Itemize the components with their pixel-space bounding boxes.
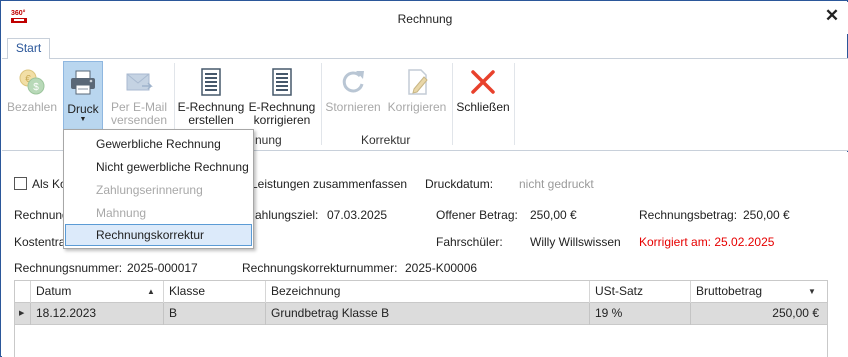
coins-icon: € $ <box>19 69 45 95</box>
als-ko-label: Als Ko <box>32 177 67 191</box>
erechnung-erstellen-line1: E-Rechnung <box>177 100 245 114</box>
document-icon <box>272 68 292 96</box>
bezahlen-button[interactable]: € $ Bezahlen <box>6 61 58 129</box>
ribbon-separator <box>452 63 453 145</box>
edit-document-icon <box>408 69 428 95</box>
ribbon-tab-row: Start <box>2 34 848 60</box>
window-close-icon[interactable]: ✕ <box>823 7 841 25</box>
rechnungsbetrag-label: Rechnungsbetrag: <box>639 208 738 222</box>
cell-klasse: B <box>163 303 265 325</box>
menu-item-nicht-gewerbliche-rechnung[interactable]: Nicht gewerbliche Rechnung <box>65 156 252 178</box>
druck-dropdown-menu: Gewerbliche Rechnung Nicht gewerbliche R… <box>63 129 254 249</box>
positions-table: Datum ▲ Klasse Bezeichnung USt-Satz Brutt… <box>14 280 828 357</box>
table-header-row: Datum ▲ Klasse Bezeichnung USt-Satz Brutt… <box>15 281 827 303</box>
korrigieren-button[interactable]: Korrigieren <box>385 61 449 129</box>
kostentraeger-label-partial: Kostentra <box>14 235 66 249</box>
document-icon <box>201 68 221 96</box>
druck-dropdown-caret-icon: ▼ <box>79 116 87 123</box>
email-senden-button[interactable]: Per E-Mailversenden ▼ <box>108 61 170 141</box>
cell-bruttobetrag: 250,00 € <box>690 303 827 325</box>
filter-dropdown-icon: ▼ <box>808 287 816 296</box>
email-icon <box>126 73 153 91</box>
rechnungsnummer-label: Rechnungsnummer: <box>14 261 123 275</box>
menu-item-zahlungserinnerung[interactable]: Zahlungserinnerung <box>65 179 252 201</box>
als-ko-checkbox[interactable] <box>14 177 27 190</box>
rechnungskorrekturnummer-label: Rechnungskorrekturnummer: <box>242 261 398 275</box>
korrigiert-am-text: Korrigiert am: 25.02.2025 <box>639 235 775 249</box>
table-row[interactable]: ▶ 18.12.2023 B Grundbetrag Klasse B 19 %… <box>15 303 827 325</box>
erechnung-korrigieren-line1: E-Rechnung <box>248 100 316 114</box>
erechnung-korrigieren-button[interactable]: E-Rechnung korrigieren <box>248 61 316 129</box>
sort-ascending-icon: ▲ <box>147 287 155 296</box>
rechnungskorrekturnummer-value: 2025-K00006 <box>405 261 478 275</box>
svg-text:$: $ <box>33 82 39 93</box>
erechnung-erstellen-button[interactable]: E-Rechnung erstellen <box>177 61 245 129</box>
menu-item-mahnung[interactable]: Mahnung <box>65 202 252 224</box>
rechnungsbetrag-value: 250,00 € <box>743 208 790 222</box>
offener-betrag-value: 250,00 € <box>530 208 577 222</box>
schliessen-label: Schließen <box>456 100 510 114</box>
druck-button[interactable]: Druck ▼ <box>63 61 103 130</box>
stornieren-label: Stornieren <box>325 100 381 114</box>
group-label-korrektur: Korrektur <box>361 133 411 147</box>
group-label-rechnung: nung <box>255 133 282 147</box>
cell-bezeichnung: Grundbetrag Klasse B <box>265 303 589 325</box>
window-frame: 360° Rechnung ✕ Start € $ Bezahlen Druck… <box>0 0 848 357</box>
cell-ust-satz: 19 % <box>589 303 690 325</box>
column-header-bezeichnung[interactable]: Bezeichnung <box>265 281 589 303</box>
stornieren-button[interactable]: Stornieren <box>324 61 382 129</box>
bezahlen-label: Bezahlen <box>6 100 58 114</box>
rechnungsnummer-value: 2025-000017 <box>127 261 198 275</box>
menu-item-rechnungskorrektur[interactable]: Rechnungskorrektur <box>65 224 252 246</box>
erechnung-korrigieren-line2: korrigieren <box>253 113 311 127</box>
erechnung-erstellen-line2: erstellen <box>188 113 234 127</box>
druck-label: Druck <box>67 102 99 116</box>
druckdatum-label: Druckdatum: <box>425 177 494 191</box>
email-label-line1: Per E-Mail <box>110 100 167 114</box>
zahlungsziel-value: 07.03.2025 <box>327 208 388 222</box>
title-bar: 360° Rechnung ✕ <box>2 2 848 34</box>
cell-datum: 18.12.2023 <box>30 303 163 325</box>
refresh-icon <box>342 71 364 93</box>
row-indicator-icon: ▶ <box>19 310 25 317</box>
fahrschueler-value: Willy Willswissen <box>530 235 621 249</box>
rechnung-label-partial: Rechnung <box>14 208 69 222</box>
menu-item-gewerbliche-rechnung[interactable]: Gewerbliche Rechnung <box>65 133 252 155</box>
column-header-klasse[interactable]: Klasse <box>163 281 265 303</box>
email-label-line2: versenden <box>110 113 168 127</box>
column-header-ust-satz[interactable]: USt-Satz <box>589 281 690 303</box>
leistungen-zusammenfassen-label: Leistungen zusammenfassen <box>251 177 408 191</box>
ribbon-separator <box>321 63 322 145</box>
printer-icon <box>71 70 95 95</box>
column-header-datum[interactable]: Datum ▲ <box>30 281 163 303</box>
offener-betrag-label: Offener Betrag: <box>436 208 518 222</box>
column-header-bruttobetrag[interactable]: Bruttobetrag ▼ <box>690 281 827 303</box>
close-x-icon <box>471 70 495 94</box>
tab-start[interactable]: Start <box>7 38 50 60</box>
druckdatum-value: nicht gedruckt <box>519 177 594 191</box>
fahrschueler-label: Fahrschüler: <box>436 235 503 249</box>
ribbon-separator <box>514 63 515 145</box>
window-title: Rechnung <box>397 12 453 26</box>
korrigieren-label: Korrigieren <box>387 100 447 114</box>
zahlungsziel-label: ahlungsziel: <box>255 208 319 222</box>
schliessen-button[interactable]: Schließen <box>455 61 511 129</box>
